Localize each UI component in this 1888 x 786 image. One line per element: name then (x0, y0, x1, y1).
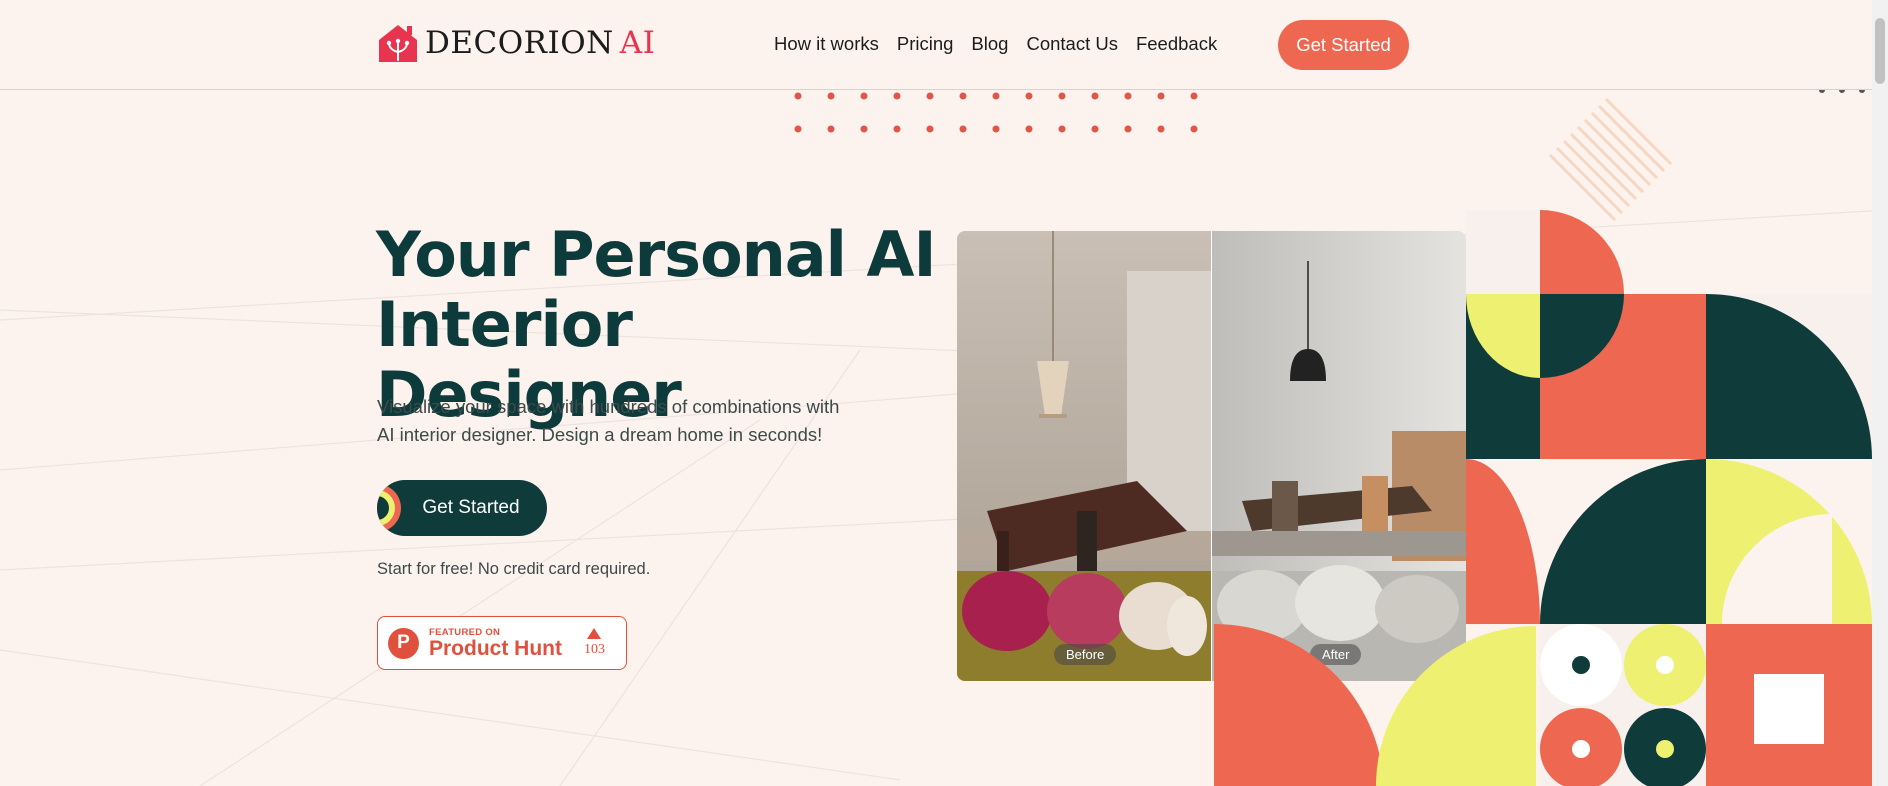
product-hunt-votes: 103 (584, 628, 605, 658)
product-hunt-name: Product Hunt (429, 636, 562, 660)
geometric-art (1214, 90, 1872, 786)
decorative-dots (794, 92, 1198, 133)
hero-subtitle-line-2: AI interior designer. Design a dream hom… (377, 424, 823, 445)
main-nav: How it works Pricing Blog Contact Us Fee… (774, 33, 1217, 55)
logo-text: DECORION AI (425, 24, 656, 61)
product-hunt-icon: P (388, 627, 419, 659)
house-logo-icon (379, 25, 417, 62)
striped-diamond (1548, 97, 1673, 222)
page-scrollbar[interactable] (1872, 0, 1888, 786)
before-room-image (957, 231, 1211, 681)
hero-title-line-1: Your Personal AI (376, 218, 937, 291)
scrollbar-thumb[interactable] (1875, 18, 1885, 84)
hero-subtitle-line-1: Visualize your space with hundreds of co… (377, 396, 840, 417)
hero-subtitle: Visualize your space with hundreds of co… (377, 393, 857, 449)
product-hunt-text: FEATURED ON Product Hunt (429, 627, 562, 660)
header-get-started-button[interactable]: Get Started (1278, 20, 1409, 70)
nav-blog[interactable]: Blog (971, 33, 1008, 55)
site-header: DECORION AI How it works Pricing Blog Con… (0, 0, 1872, 90)
nav-how-it-works[interactable]: How it works (774, 33, 879, 55)
product-hunt-vote-count: 103 (583, 642, 605, 657)
product-hunt-featured-label: FEATURED ON (429, 626, 501, 638)
hero-get-started-button[interactable]: Get Started (377, 480, 547, 536)
upvote-arrow-icon (587, 628, 602, 639)
hero-button-label: Get Started (422, 497, 520, 518)
nav-pricing[interactable]: Pricing (897, 33, 954, 55)
product-hunt-badge[interactable]: P FEATURED ON Product Hunt 103 (377, 616, 627, 670)
logo-ai-text: AI (619, 24, 656, 61)
nav-contact-us[interactable]: Contact Us (1026, 33, 1118, 55)
free-note: Start for free! No credit card required. (377, 560, 651, 578)
before-label: Before (1054, 644, 1117, 665)
nav-feedback[interactable]: Feedback (1136, 33, 1217, 55)
button-accent-icon (377, 484, 401, 532)
logo[interactable]: DECORION AI (377, 22, 655, 64)
